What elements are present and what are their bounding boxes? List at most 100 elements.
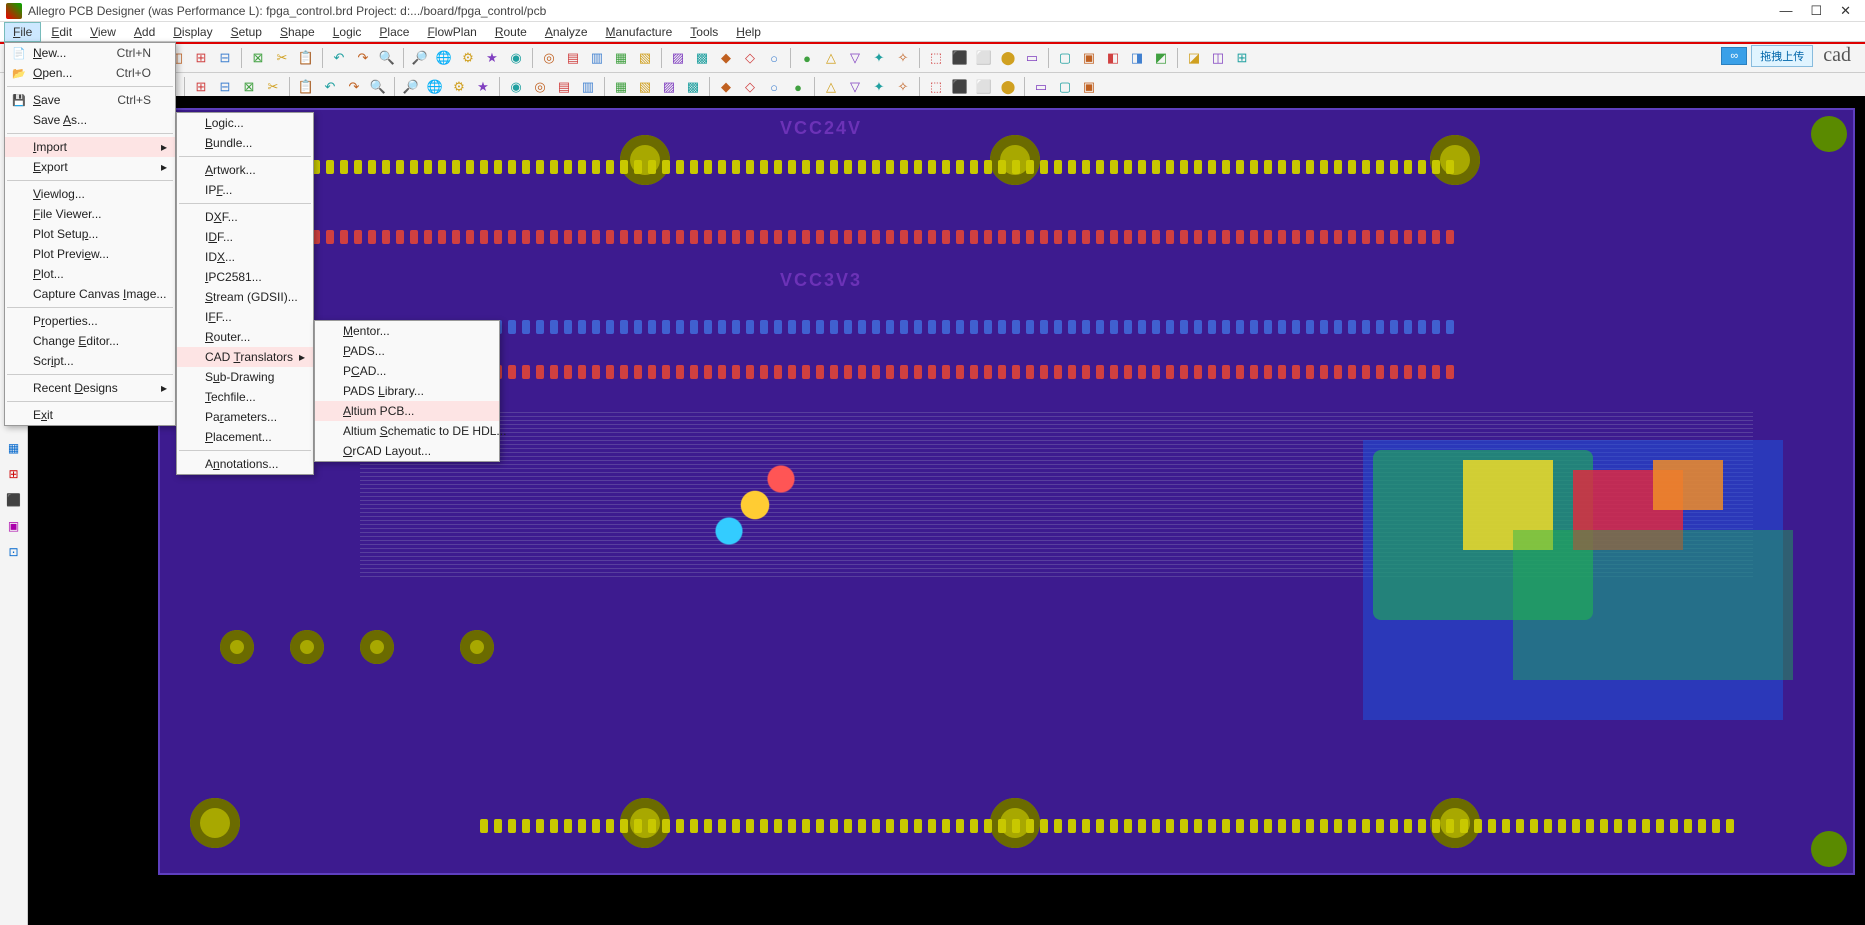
toolbar-button[interactable]: ▩ — [682, 76, 704, 98]
menu-analyze[interactable]: Analyze — [537, 23, 596, 41]
toolbar-button[interactable]: ↶ — [319, 76, 341, 98]
file-menu-plot[interactable]: Plot... — [5, 264, 175, 284]
menu-manufacture[interactable]: Manufacture — [598, 23, 681, 41]
toolbar-button[interactable]: ◇ — [739, 47, 761, 69]
maximize-button[interactable]: ☐ — [1810, 3, 1822, 19]
import-menu-dxf[interactable]: DXF... — [177, 207, 313, 227]
toolbar-button[interactable]: ◨ — [1126, 47, 1148, 69]
cad-menu-pcad[interactable]: PCAD... — [315, 361, 499, 381]
toolbar-button[interactable]: ↶ — [328, 47, 350, 69]
toolbar-button[interactable]: ◧ — [1102, 47, 1124, 69]
toolbar-button[interactable]: ▣ — [1078, 47, 1100, 69]
toolbar-button[interactable]: ✦ — [868, 47, 890, 69]
toolbar-button[interactable]: ▢ — [1054, 47, 1076, 69]
toolbar-button[interactable]: ▨ — [658, 76, 680, 98]
toolbar-button[interactable]: ⊠ — [247, 47, 269, 69]
file-menu-recent-designs[interactable]: Recent Designs▸ — [5, 378, 175, 398]
menu-view[interactable]: View — [82, 23, 124, 41]
left-tool-button[interactable]: ▣ — [4, 516, 24, 536]
toolbar-button[interactable]: ⬚ — [925, 47, 947, 69]
cad-menu-altium-schematic-to-de-hdl[interactable]: Altium Schematic to DE HDL... — [315, 421, 499, 441]
toolbar-button[interactable]: ◆ — [715, 76, 737, 98]
import-menu-sub-drawing[interactable]: Sub-Drawing — [177, 367, 313, 387]
toolbar-button[interactable]: 🌐 — [424, 76, 446, 98]
toolbar-button[interactable]: ● — [787, 76, 809, 98]
file-menu-properties[interactable]: Properties... — [5, 311, 175, 331]
toolbar-button[interactable]: ↷ — [352, 47, 374, 69]
file-menu-script[interactable]: Script... — [5, 351, 175, 371]
toolbar-button[interactable]: ▥ — [577, 76, 599, 98]
toolbar-button[interactable]: ⊞ — [1231, 47, 1253, 69]
toolbar-button[interactable]: ⬚ — [925, 76, 947, 98]
menu-help[interactable]: Help — [728, 23, 769, 41]
file-menu-exit[interactable]: Exit — [5, 405, 175, 425]
file-menu-change-editor[interactable]: Change Editor... — [5, 331, 175, 351]
toolbar-button[interactable]: ⊞ — [190, 76, 212, 98]
import-menu-router[interactable]: Router... — [177, 327, 313, 347]
import-menu-ipc2581[interactable]: IPC2581... — [177, 267, 313, 287]
toolbar-button[interactable]: ▨ — [667, 47, 689, 69]
file-menu-import[interactable]: Import▸ — [5, 137, 175, 157]
toolbar-button[interactable]: ▽ — [844, 47, 866, 69]
toolbar-button[interactable]: ★ — [472, 76, 494, 98]
file-menu-plot-preview[interactable]: Plot Preview... — [5, 244, 175, 264]
toolbar-button[interactable]: 🔎 — [400, 76, 422, 98]
toolbar-button[interactable]: ⚙ — [448, 76, 470, 98]
toolbar-button[interactable]: △ — [820, 76, 842, 98]
toolbar-button[interactable]: 🔍 — [376, 47, 398, 69]
left-tool-button[interactable]: ⊞ — [4, 464, 24, 484]
cad-menu-mentor[interactable]: Mentor... — [315, 321, 499, 341]
toolbar-button[interactable]: ✧ — [892, 76, 914, 98]
toolbar-button[interactable]: ◉ — [505, 47, 527, 69]
import-menu-idx[interactable]: IDX... — [177, 247, 313, 267]
toolbar-button[interactable]: △ — [820, 47, 842, 69]
import-menu-parameters[interactable]: Parameters... — [177, 407, 313, 427]
menu-flowplan[interactable]: FlowPlan — [419, 23, 484, 41]
toolbar-button[interactable]: 🔎 — [409, 47, 431, 69]
file-menu-save[interactable]: 💾SaveCtrl+S — [5, 90, 175, 110]
toolbar-button[interactable]: ▭ — [1030, 76, 1052, 98]
toolbar-button[interactable]: ⬜ — [973, 76, 995, 98]
toolbar-button[interactable]: ✂ — [262, 76, 284, 98]
menu-add[interactable]: Add — [126, 23, 163, 41]
file-menu-viewlog[interactable]: Viewlog... — [5, 184, 175, 204]
toolbar-button[interactable]: ✧ — [892, 47, 914, 69]
file-menu-capture-canvas-image[interactable]: Capture Canvas Image... — [5, 284, 175, 304]
toolbar-button[interactable]: ◇ — [739, 76, 761, 98]
cad-menu-altium-pcb[interactable]: Altium PCB... — [315, 401, 499, 421]
left-tool-button[interactable]: ⬛ — [4, 490, 24, 510]
left-tool-button[interactable]: ▦ — [4, 438, 24, 458]
menu-place[interactable]: Place — [371, 23, 417, 41]
toolbar-button[interactable]: ▧ — [634, 47, 656, 69]
drag-upload-button[interactable]: 拖拽上传 — [1751, 45, 1813, 67]
toolbar-button[interactable]: ⬤ — [997, 47, 1019, 69]
file-menu-export[interactable]: Export▸ — [5, 157, 175, 177]
toolbar-button[interactable]: ▩ — [691, 47, 713, 69]
toolbar-button[interactable]: ◩ — [1150, 47, 1172, 69]
import-menu-idf[interactable]: IDF... — [177, 227, 313, 247]
toolbar-button[interactable]: 🔍 — [367, 76, 389, 98]
file-menu-open[interactable]: 📂Open...Ctrl+O — [5, 63, 175, 83]
file-menu-save-as[interactable]: Save As... — [5, 110, 175, 130]
left-tool-button[interactable]: ⊡ — [4, 542, 24, 562]
import-menu-iff[interactable]: IFF... — [177, 307, 313, 327]
toolbar-button[interactable]: 📋 — [295, 47, 317, 69]
toolbar-button[interactable]: ⊟ — [214, 47, 236, 69]
toolbar-button[interactable]: ✦ — [868, 76, 890, 98]
menu-setup[interactable]: Setup — [223, 23, 270, 41]
file-menu-plot-setup[interactable]: Plot Setup... — [5, 224, 175, 244]
toolbar-button[interactable]: ▧ — [634, 76, 656, 98]
import-menu-placement[interactable]: Placement... — [177, 427, 313, 447]
toolbar-button[interactable]: ↷ — [343, 76, 365, 98]
file-menu-new[interactable]: 📄New...Ctrl+N — [5, 43, 175, 63]
import-menu-logic[interactable]: Logic... — [177, 113, 313, 133]
toolbar-button[interactable]: ⊟ — [214, 76, 236, 98]
toolbar-button[interactable]: ▣ — [1078, 76, 1100, 98]
menu-logic[interactable]: Logic — [325, 23, 370, 41]
cad-menu-pads-library[interactable]: PADS Library... — [315, 381, 499, 401]
share-icon-button[interactable]: ∞ — [1721, 47, 1747, 65]
file-menu-file-viewer[interactable]: File Viewer... — [5, 204, 175, 224]
toolbar-button[interactable]: ★ — [481, 47, 503, 69]
toolbar-button[interactable]: ▦ — [610, 47, 632, 69]
toolbar-button[interactable]: ⬛ — [949, 47, 971, 69]
